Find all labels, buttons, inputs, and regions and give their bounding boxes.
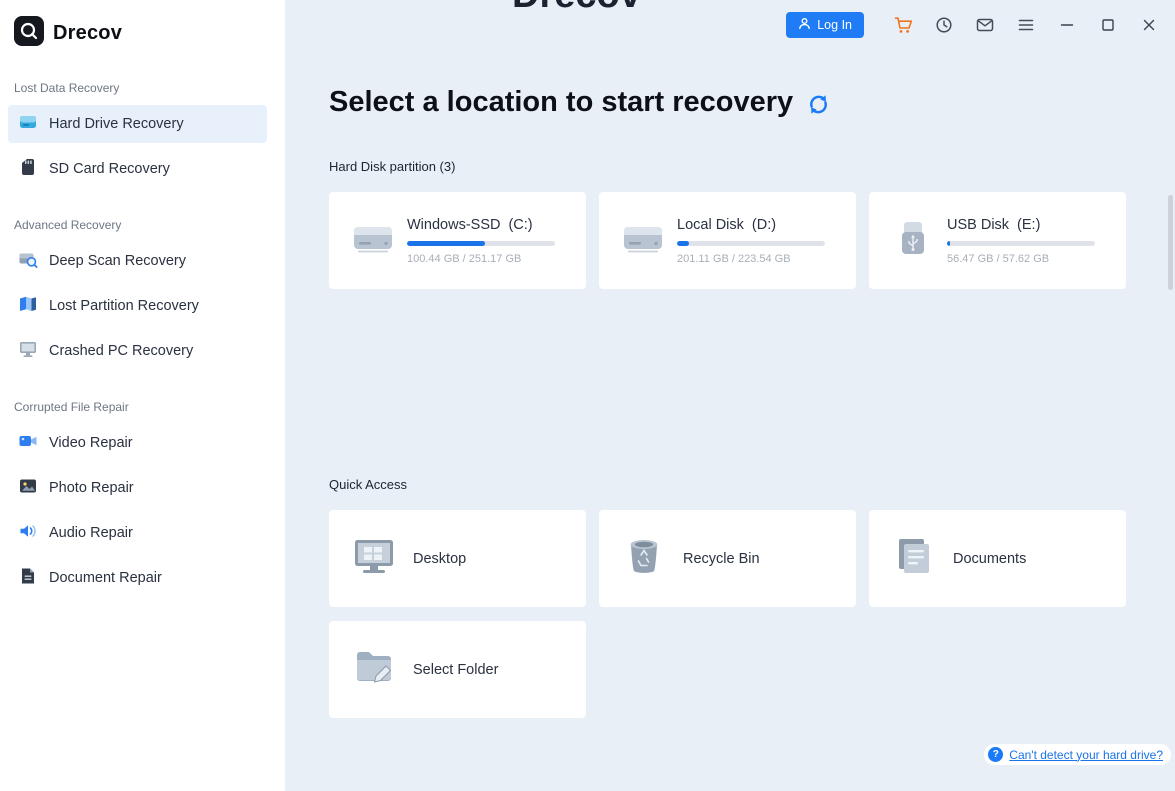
sidebar-item-label: Hard Drive Recovery	[49, 116, 184, 132]
drive-name: Local Disk	[677, 217, 744, 233]
sidebar-item-label: Video Repair	[49, 435, 133, 451]
sidebar-item-label: Deep Scan Recovery	[49, 253, 186, 269]
sidebar-item-label: SD Card Recovery	[49, 161, 170, 177]
sidebar-item-label: Audio Repair	[49, 525, 133, 541]
main-panel: Drecov Log In	[285, 0, 1175, 791]
quick-access-item-label: Desktop	[413, 551, 466, 567]
drive-card-local-disk[interactable]: Local Disk (D:) 201.11 GB / 223.54 GB	[599, 192, 856, 289]
hard-drive-icon	[18, 112, 38, 137]
sidebar-section-advanced-recovery: Advanced Recovery	[14, 218, 285, 232]
drive-usage-bar	[677, 241, 825, 246]
help-link[interactable]: ? Can't detect your hard drive?	[984, 744, 1171, 765]
sidebar-section-lost-data-recovery: Lost Data Recovery	[14, 81, 285, 95]
cart-icon[interactable]	[893, 15, 913, 35]
login-button[interactable]: Log In	[786, 12, 864, 38]
usb-drive-icon	[891, 219, 935, 262]
quick-access-cards: Desktop Recycle Bin	[329, 510, 1126, 718]
titlebar: Log In	[786, 12, 1159, 38]
sidebar-item-audio-repair[interactable]: Audio Repair	[8, 514, 267, 552]
sidebar-item-label: Photo Repair	[49, 480, 134, 496]
documents-icon	[891, 536, 937, 581]
deep-scan-icon	[18, 249, 38, 274]
close-icon[interactable]	[1139, 15, 1159, 35]
app-logo-icon	[14, 16, 44, 51]
hard-disk-drive-icon	[351, 220, 395, 261]
quick-access-item-label: Documents	[953, 551, 1026, 567]
clipped-watermark-text: Drecov	[512, 0, 641, 17]
sidebar-item-label: Document Repair	[49, 570, 162, 586]
app-window: Drecov Lost Data Recovery Hard Drive Rec…	[0, 0, 1175, 791]
quick-access-recycle-bin[interactable]: Recycle Bin	[599, 510, 856, 607]
drive-card-usb-disk[interactable]: USB Disk (E:) 56.47 GB / 57.62 GB	[869, 192, 1126, 289]
sidebar-item-video-repair[interactable]: Video Repair	[8, 424, 267, 462]
drive-usage-text: 100.44 GB / 251.17 GB	[407, 253, 555, 265]
login-button-label: Log In	[817, 18, 852, 32]
mail-icon[interactable]	[975, 15, 995, 35]
quick-access-select-folder[interactable]: Select Folder	[329, 621, 586, 718]
maximize-icon[interactable]	[1098, 15, 1118, 35]
app-logo-row: Drecov	[0, 0, 285, 51]
sidebar-item-document-repair[interactable]: Document Repair	[8, 559, 267, 597]
document-repair-icon	[18, 566, 38, 591]
sidebar-item-label: Lost Partition Recovery	[49, 298, 199, 314]
quick-access-desktop[interactable]: Desktop	[329, 510, 586, 607]
scrollbar-thumb[interactable]	[1168, 195, 1173, 290]
quick-access-label: Quick Access	[329, 477, 1175, 492]
recycle-bin-icon	[621, 536, 667, 581]
drive-letter: (D:)	[752, 217, 776, 233]
video-repair-icon	[18, 431, 38, 456]
desktop-icon	[351, 536, 397, 581]
sidebar-item-photo-repair[interactable]: Photo Repair	[8, 469, 267, 507]
drive-usage-bar	[947, 241, 1095, 246]
minimize-icon[interactable]	[1057, 15, 1077, 35]
history-icon[interactable]	[934, 15, 954, 35]
drive-usage-bar	[407, 241, 555, 246]
sidebar-section-corrupted-file-repair: Corrupted File Repair	[14, 400, 285, 414]
sd-card-icon	[18, 157, 38, 182]
crashed-pc-icon	[18, 339, 38, 364]
drive-name: Windows-SSD	[407, 217, 500, 233]
sidebar-item-label: Crashed PC Recovery	[49, 343, 193, 359]
audio-repair-icon	[18, 521, 38, 546]
help-icon: ?	[988, 747, 1003, 762]
menu-icon[interactable]	[1016, 15, 1036, 35]
sidebar-item-sd-card-recovery[interactable]: SD Card Recovery	[8, 150, 267, 188]
quick-access-item-label: Select Folder	[413, 662, 498, 678]
drive-letter: (E:)	[1017, 217, 1040, 233]
select-folder-icon	[351, 647, 397, 692]
sidebar-item-deep-scan-recovery[interactable]: Deep Scan Recovery	[8, 242, 267, 280]
drive-name: USB Disk	[947, 217, 1009, 233]
quick-access-item-label: Recycle Bin	[683, 551, 760, 567]
drive-card-windows-ssd[interactable]: Windows-SSD (C:) 100.44 GB / 251.17 GB	[329, 192, 586, 289]
refresh-icon[interactable]	[807, 93, 830, 116]
partition-section-label: Hard Disk partition (3)	[329, 159, 1175, 174]
app-name: Drecov	[53, 22, 122, 45]
sidebar: Drecov Lost Data Recovery Hard Drive Rec…	[0, 0, 285, 791]
quick-access-documents[interactable]: Documents	[869, 510, 1126, 607]
hard-disk-drive-icon	[621, 220, 665, 261]
drive-usage-text: 56.47 GB / 57.62 GB	[947, 253, 1095, 265]
user-icon	[798, 17, 811, 33]
lost-partition-icon	[18, 294, 38, 319]
drive-usage-text: 201.11 GB / 223.54 GB	[677, 253, 825, 265]
sidebar-item-hard-drive-recovery[interactable]: Hard Drive Recovery	[8, 105, 267, 143]
photo-repair-icon	[18, 476, 38, 501]
page-title: Select a location to start recovery	[329, 86, 1175, 119]
partition-cards-row: Windows-SSD (C:) 100.44 GB / 251.17 GB	[329, 192, 1126, 289]
main-content: Select a location to start recovery Hard…	[285, 86, 1175, 718]
drive-letter: (C:)	[508, 217, 532, 233]
sidebar-item-lost-partition-recovery[interactable]: Lost Partition Recovery	[8, 287, 267, 325]
sidebar-item-crashed-pc-recovery[interactable]: Crashed PC Recovery	[8, 332, 267, 370]
help-link-label: Can't detect your hard drive?	[1009, 748, 1163, 762]
